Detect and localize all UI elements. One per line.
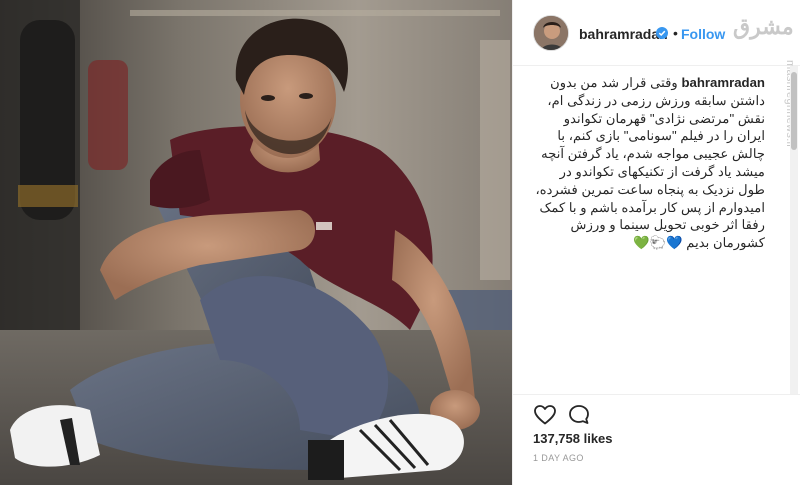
username-link[interactable]: bahramradan	[579, 26, 668, 42]
verified-badge-icon	[656, 27, 668, 39]
comment-icon[interactable]	[567, 403, 591, 427]
likes-count[interactable]: 137,758 likes	[533, 431, 613, 446]
follow-button[interactable]: Follow	[681, 26, 725, 42]
heart-icon[interactable]	[533, 403, 557, 427]
header-separator: •	[673, 25, 678, 41]
caption-scrollbar[interactable]	[790, 66, 798, 394]
post-photo	[0, 0, 512, 485]
post-sidebar: bahramradan • Follow مشرق mashreghnews.i…	[512, 0, 800, 485]
caption-username-link[interactable]: bahramradan	[681, 75, 765, 90]
caption-emojis: 💚🐑💙	[633, 235, 683, 251]
avatar[interactable]	[533, 15, 569, 51]
post-actions: 137,758 likes 1 DAY AGO	[513, 394, 800, 485]
watermark-logo: مشرق	[733, 14, 795, 40]
post-header: bahramradan • Follow مشرق	[513, 0, 800, 66]
caption-text: وقتی قرار شد من بدون داشتن سابقه ورزش رز…	[535, 75, 765, 251]
post-caption: bahramradan وقتی قرار شد من بدون داشتن س…	[533, 74, 765, 374]
post-timestamp[interactable]: 1 DAY AGO	[533, 453, 584, 463]
scrollbar-thumb[interactable]	[791, 72, 797, 150]
